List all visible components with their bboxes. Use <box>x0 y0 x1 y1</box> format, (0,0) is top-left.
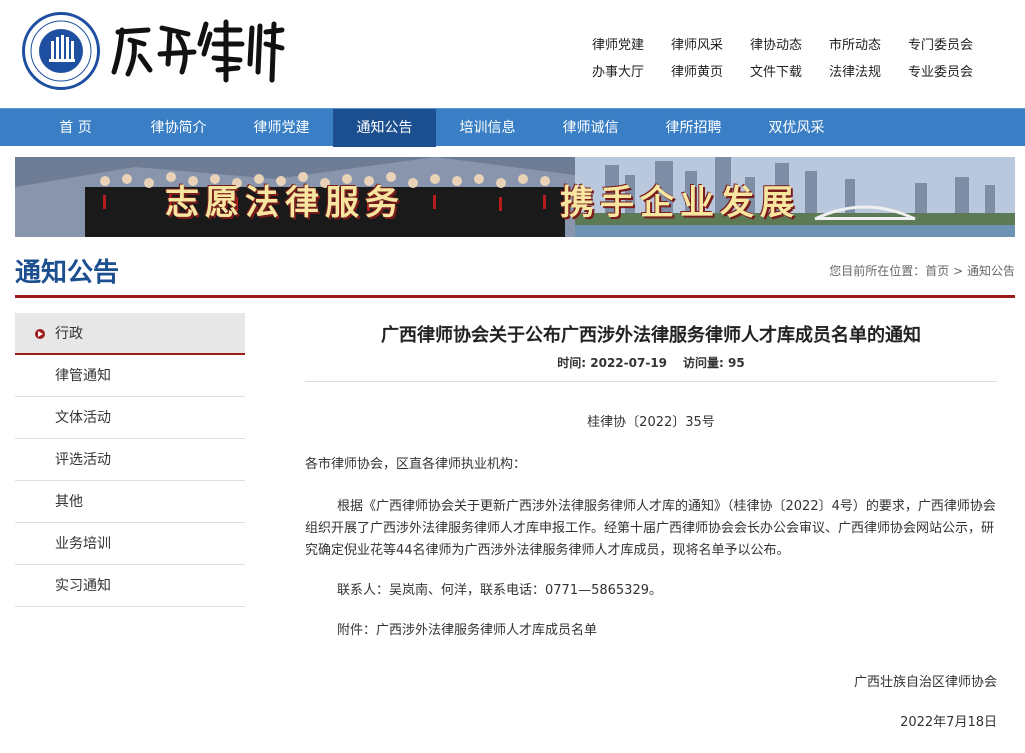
article-title: 广西律师协会关于公布广西涉外法律服务律师人才库成员名单的通知 <box>381 325 921 346</box>
sidebar-item-label: 评选活动 <box>55 452 111 468</box>
contact-info: 联系人：吴岚南、何洋，联系电话：0771—5865329。 <box>337 583 662 598</box>
view-count: 访问量: 95 <box>683 356 745 370</box>
toplink-service-hall[interactable]: 办事大厅 <box>582 61 661 80</box>
nav-home[interactable]: 首 页 <box>24 109 127 147</box>
sidebar-item-label: 其他 <box>55 494 83 510</box>
nav-party-building[interactable]: 律师党建 <box>230 109 333 147</box>
document-number: 桂律协〔2022〕35号 <box>587 415 715 430</box>
sidebar-item-label: 业务培训 <box>55 536 111 552</box>
calligraphy-logo <box>111 19 285 83</box>
top-links-row-2: 办事大厅 律师黄页 文件下载 法律法规 专业委员会 <box>582 57 992 84</box>
issue-date: 2022年7月18日 <box>900 715 997 730</box>
page-title: 通知公告 <box>15 258 120 288</box>
sidebar-item-label: 实习通知 <box>55 578 111 594</box>
nav-excellence[interactable]: 双优风采 <box>745 109 848 147</box>
play-bullet-icon <box>35 329 45 339</box>
site-header: 律师党建 律师风采 律协动态 市所动态 专门委员会 办事大厅 律师黄页 文件下载… <box>0 0 1025 108</box>
sidebar-item-label: 律管通知 <box>55 368 111 384</box>
toplink-city-firm-news[interactable]: 市所动态 <box>819 34 898 53</box>
sidebar-item-internship[interactable]: 实习通知 <box>15 565 245 607</box>
sidebar-item-administration[interactable]: 行政 <box>15 313 245 355</box>
nav-integrity[interactable]: 律师诚信 <box>539 109 642 147</box>
toplink-lawyer-directory[interactable]: 律师黄页 <box>661 61 740 80</box>
association-seal-logo[interactable] <box>22 12 100 90</box>
toplink-downloads[interactable]: 文件下载 <box>740 61 819 80</box>
banner-slogan-right: 携手企业发展 <box>560 183 800 223</box>
nav-notices[interactable]: 通知公告 <box>333 109 436 147</box>
toplink-lawyer-style[interactable]: 律师风采 <box>661 34 740 53</box>
top-quick-links: 律师党建 律师风采 律协动态 市所动态 专门委员会 办事大厅 律师黄页 文件下载… <box>582 30 992 84</box>
sidebar-item-regulatory-notices[interactable]: 律管通知 <box>15 355 245 397</box>
body-paragraph: 根据《广西律师协会关于更新广西涉外法律服务律师人才库的通知》（桂律协〔2022〕… <box>305 499 996 558</box>
sidebar-item-label: 行政 <box>55 326 83 342</box>
seal-graphic <box>30 20 92 82</box>
toplink-party-building[interactable]: 律师党建 <box>582 34 661 53</box>
toplink-laws-regulations[interactable]: 法律法规 <box>819 61 898 80</box>
article-divider <box>305 381 997 382</box>
salutation: 各市律师协会，区直各律师执业机构： <box>305 457 527 472</box>
toplink-special-committee[interactable]: 专门委员会 <box>898 34 977 53</box>
article-meta: 时间: 2022-07-19 访问量: 95 <box>305 351 997 375</box>
breadcrumb-prefix: 您目前所在位置： <box>829 264 926 278</box>
nav-recruitment[interactable]: 律所招聘 <box>642 109 745 147</box>
sidebar-item-other[interactable]: 其他 <box>15 481 245 523</box>
main-navigation: 首 页 律协简介 律师党建 通知公告 培训信息 律师诚信 律所招聘 双优风采 <box>0 108 1025 147</box>
category-sidebar: 行政 律管通知 文体活动 评选活动 其他 业务培训 实习通知 <box>15 313 245 607</box>
sidebar-item-culture-sports[interactable]: 文体活动 <box>15 397 245 439</box>
issuer-signature: 广西壮族自治区律师协会 <box>853 675 997 690</box>
sidebar-item-label: 文体活动 <box>55 410 111 426</box>
top-links-row-1: 律师党建 律师风采 律协动态 市所动态 专门委员会 <box>582 30 992 57</box>
sidebar-item-selection[interactable]: 评选活动 <box>15 439 245 481</box>
attachment-link[interactable]: 附件：广西涉外法律服务律师人才库成员名单 <box>305 620 997 642</box>
toplink-association-news[interactable]: 律协动态 <box>740 34 819 53</box>
article-content: 广西律师协会关于公布广西涉外法律服务律师人才库成员名单的通知 时间: 2022-… <box>305 313 997 734</box>
sidebar-item-business-training[interactable]: 业务培训 <box>15 523 245 565</box>
nav-training[interactable]: 培训信息 <box>436 109 539 147</box>
nav-about[interactable]: 律协简介 <box>127 109 230 147</box>
breadcrumb-separator: > <box>949 264 967 278</box>
breadcrumb: 您目前所在位置：首页 > 通知公告 <box>829 262 1015 279</box>
breadcrumb-home-link[interactable]: 首页 <box>925 264 949 278</box>
title-divider <box>15 295 1015 298</box>
toplink-professional-committee[interactable]: 专业委员会 <box>898 61 977 80</box>
breadcrumb-current[interactable]: 通知公告 <box>967 264 1015 278</box>
banner-slogan-left: 志愿法律服务 <box>165 183 405 223</box>
hero-banner: 志愿法律服务 携手企业发展 <box>15 157 1015 237</box>
publish-time: 时间: 2022-07-19 <box>557 356 668 370</box>
